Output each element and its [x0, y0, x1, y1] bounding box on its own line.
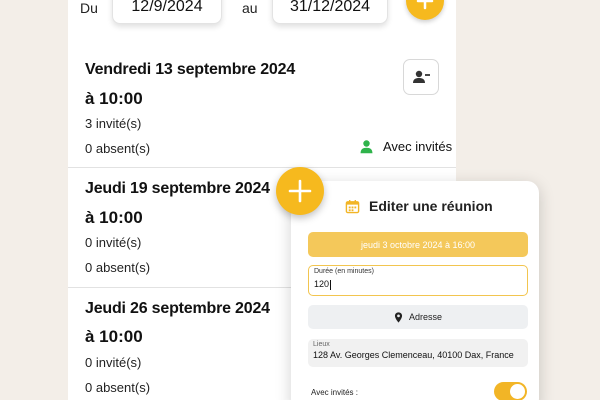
meeting-date: Jeudi 19 septembre 2024: [85, 180, 270, 197]
with-guests-indicator: Avec invités: [358, 138, 452, 155]
dialog-title: Editer une réunion: [369, 198, 493, 214]
edit-meeting-dialog: Editer une réunion jeudi 3 octobre 2024 …: [291, 181, 539, 400]
person-icon: [360, 140, 373, 154]
from-label: Du: [80, 0, 98, 16]
meeting-time: à 10:00: [85, 327, 143, 346]
add-meeting-button[interactable]: [406, 0, 444, 20]
to-date-field[interactable]: 31/12/2024: [272, 0, 388, 24]
invited-count: 0 invité(s): [85, 235, 142, 250]
with-guests-toggle-label: Avec invités :: [311, 388, 358, 397]
duration-label: Durée (en minutes): [314, 268, 374, 275]
duration-value: 120: [314, 279, 330, 289]
to-label: au: [242, 0, 258, 16]
place-label: Lieux: [313, 341, 330, 348]
date-time-button[interactable]: jeudi 3 octobre 2024 à 16:00: [308, 232, 528, 257]
dialog-header: Editer une réunion: [345, 198, 493, 214]
plus-icon: [416, 0, 434, 10]
place-field[interactable]: Lieux 128 Av. Georges Clemenceau, 40100 …: [308, 339, 528, 367]
manage-guests-button[interactable]: [403, 59, 439, 95]
from-date-field[interactable]: 12/9/2024: [112, 0, 222, 24]
address-button-label: Adresse: [408, 312, 443, 322]
meeting-time: à 10:00: [85, 89, 143, 108]
meeting-date: Jeudi 26 septembre 2024: [85, 300, 270, 317]
with-guests-toggle[interactable]: [494, 382, 527, 400]
remove-person-icon: [413, 70, 430, 83]
toggle-knob: [510, 384, 525, 399]
calendar-icon: [345, 199, 360, 213]
text-cursor: [330, 279, 332, 290]
meeting-date: Vendredi 13 septembre 2024: [85, 61, 296, 78]
with-guests-label: Avec invités: [383, 139, 453, 154]
location-pin-icon: [394, 311, 403, 323]
address-button[interactable]: Adresse: [308, 305, 528, 329]
add-button[interactable]: [276, 167, 324, 215]
divider: [68, 167, 456, 168]
invited-count: 3 invité(s): [85, 116, 142, 131]
absent-count: 0 absent(s): [85, 260, 151, 275]
meeting-time: à 10:00: [85, 208, 143, 227]
duration-field[interactable]: Durée (en minutes) 120: [308, 265, 528, 296]
invited-count: 0 invité(s): [85, 355, 142, 370]
absent-count: 0 absent(s): [85, 141, 151, 156]
place-value: 128 Av. Georges Clemenceau, 40100 Dax, F…: [313, 350, 514, 360]
plus-icon: [288, 179, 312, 203]
absent-count: 0 absent(s): [85, 380, 151, 395]
